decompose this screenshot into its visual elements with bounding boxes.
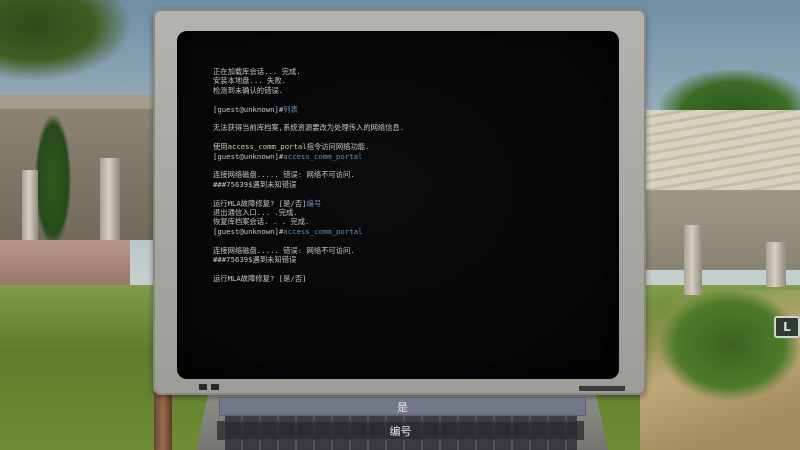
- terminal-line: 检测到未确认的错误.: [213, 86, 603, 95]
- terminal-text: 运行MLA故障修复? [是/否]: [213, 273, 307, 283]
- terminal-line: 使用access_comm_portal指令访问网络功能.: [213, 142, 603, 151]
- terminal-line: ###75639$遇到未知错误: [213, 180, 603, 189]
- terminal-command: access_comm_portal: [283, 226, 363, 236]
- signpost-letter: L: [783, 320, 791, 334]
- terminal-prompt: [guest@unknown]#: [213, 151, 284, 161]
- terminal-line: 无法获得当前库档案,系统资源要改为处理传入的网络信息.: [213, 123, 603, 132]
- terminal-command: 列表: [283, 104, 298, 114]
- terminal-line: [guest@unknown]#access_comm_portal: [213, 152, 603, 161]
- terminal-line: 连接网络磁盘..... 错误: 网络不可访问.: [213, 170, 603, 179]
- terminal-prompt: [guest@unknown]#: [213, 104, 284, 114]
- terminal-text: 无法获得当前库档案,系统资源要改为处理传入的网络信息.: [213, 123, 405, 133]
- ruin-wall-top: [0, 95, 160, 109]
- terminal-line: [guest@unknown]#access_comm_portal: [213, 227, 603, 236]
- terminal-command: access_comm_portal: [283, 151, 363, 161]
- terminal-line: 正在加载库会话... 完成.: [213, 67, 603, 76]
- stone-column: [684, 225, 702, 295]
- terminal-text: ###75639$遇到未知错误: [213, 255, 297, 265]
- terminal-text: ###75639$遇到未知错误: [213, 179, 297, 189]
- stone-column: [766, 242, 786, 287]
- signpost: L: [774, 316, 800, 338]
- status-led: [211, 384, 219, 390]
- crt-monitor: 正在加载库会话... 完成. 安装本地盘... 失败. 检测到未确认的错误. [gue…: [153, 9, 646, 395]
- choice-id-button[interactable]: 编号: [217, 421, 584, 440]
- power-led: [199, 384, 207, 390]
- terminal-text: 检测到未确认的错误.: [213, 85, 284, 95]
- terminal-prompt: [guest@unknown]#: [213, 226, 284, 236]
- terminal-text: 运行MLA故障修复? [是/否]: [213, 198, 307, 208]
- terminal-line: 连接网络磁盘..... 错误: 网络不可访问.: [213, 246, 603, 255]
- terminal-text: 指令访问网络功能.: [306, 142, 370, 152]
- terminal-text: 连接网络磁盘..... 错误: 网络不可访问.: [213, 170, 355, 180]
- terminal-text: 恢复库档案会话. . . 完成.: [213, 217, 310, 227]
- bush: [660, 290, 800, 400]
- monitor-vent: [579, 386, 625, 391]
- terminal-line: 运行MLA故障修复? [是/否]编号: [213, 199, 603, 208]
- terminal-text: 正在加载库会话... 完成.: [213, 67, 301, 76]
- terminal-text: 安装本地盘... 失败.: [213, 76, 287, 86]
- terminal-line: 恢复库档案会话. . . 完成.: [213, 217, 603, 226]
- terminal-line: 运行MLA故障修复? [是/否]: [213, 274, 603, 283]
- terminal-line: [guest@unknown]#列表: [213, 105, 603, 114]
- terminal-screen: 正在加载库会话... 完成. 安装本地盘... 失败. 检测到未确认的错误. [gue…: [177, 31, 619, 379]
- low-brick-wall: [0, 240, 130, 285]
- terminal-text: 连接网络磁盘..... 错误: 网络不可访问.: [213, 245, 355, 255]
- terminal-command: 编号: [306, 198, 322, 208]
- terminal-line: ###75639$遇到未知错误: [213, 255, 603, 264]
- terminal-line: 退出通信入口... .完成.: [213, 208, 603, 217]
- terminal-line: 安装本地盘... 失败.: [213, 76, 603, 85]
- cypress-tree: [35, 115, 71, 245]
- choice-yes-button[interactable]: 是: [219, 397, 586, 416]
- terminal-output: 正在加载库会话... 完成. 安装本地盘... 失败. 检测到未确认的错误. [gue…: [213, 67, 603, 283]
- tree-foliage-left: [0, 0, 130, 80]
- terminal-text: 退出通信入口... .完成.: [213, 208, 298, 218]
- terminal-text: 使用: [213, 142, 228, 152]
- terminal-command-highlight: access_comm_portal: [227, 142, 307, 152]
